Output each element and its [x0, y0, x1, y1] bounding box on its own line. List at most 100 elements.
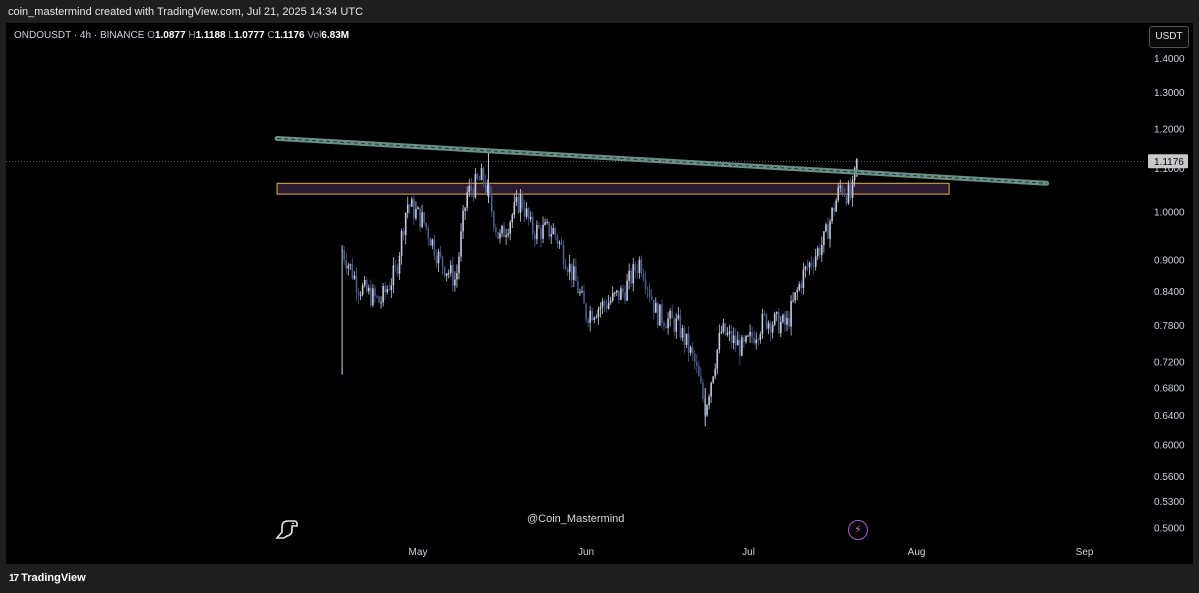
- candle-body: [591, 310, 594, 320]
- candle-body: [849, 184, 852, 198]
- price-tick-label: 0.9000: [1154, 256, 1185, 267]
- candle-body: [374, 288, 376, 297]
- price-tick-label: 0.6800: [1154, 383, 1185, 394]
- footer-brand: TradingView: [21, 572, 86, 584]
- candle-body: [687, 333, 690, 353]
- lightning-icon[interactable]: ⚡: [848, 520, 868, 540]
- candle-body: [800, 284, 803, 289]
- price-chart[interactable]: 1.40001.30001.20001.10001.00000.90000.84…: [6, 23, 1193, 564]
- candle-body: [359, 294, 362, 296]
- candle-body: [433, 239, 436, 257]
- candle-body: [376, 296, 378, 298]
- candle-body: [784, 314, 786, 325]
- candle-body: [482, 168, 485, 182]
- candle-body: [718, 333, 721, 350]
- candle-body: [548, 221, 550, 237]
- candle-body: [370, 287, 372, 306]
- candle-body: [443, 266, 446, 276]
- candle-body: [632, 264, 635, 284]
- candle-body: [587, 319, 589, 323]
- candle-body: [417, 207, 419, 210]
- candle-body: [708, 396, 710, 406]
- candle-body: [542, 224, 544, 239]
- candle-body: [421, 212, 423, 227]
- candle-body: [546, 221, 548, 223]
- candle-body: [605, 304, 608, 309]
- candle-body: [825, 224, 827, 232]
- candle-body: [499, 233, 501, 239]
- candle-body: [691, 347, 694, 354]
- candle-body: [579, 292, 581, 294]
- time-tick-label: Jun: [578, 547, 594, 558]
- candle-body: [357, 292, 360, 295]
- candle-body: [501, 225, 503, 234]
- candle-body: [845, 195, 848, 204]
- candle-body: [529, 216, 532, 220]
- candle-body: [458, 256, 460, 274]
- candle-body: [583, 291, 585, 304]
- candle-body: [702, 382, 704, 399]
- candle-body: [603, 301, 606, 305]
- candle-body: [683, 327, 686, 345]
- candle-body: [464, 207, 466, 211]
- candle-body: [474, 173, 477, 198]
- candle-body: [425, 222, 427, 228]
- candle-body: [642, 273, 645, 280]
- candle-body: [757, 339, 760, 341]
- candle-body: [728, 331, 731, 334]
- price-tick-label: 0.5600: [1154, 472, 1185, 483]
- tradingview-logo[interactable]: 17 TradingView: [9, 572, 86, 584]
- candle-body: [650, 296, 653, 300]
- candle-body: [673, 318, 676, 332]
- dino-icon[interactable]: [274, 518, 300, 540]
- candle-body: [661, 304, 663, 323]
- candle-body: [634, 264, 637, 272]
- candle-body: [831, 207, 833, 222]
- candle-body: [821, 245, 823, 256]
- candle-body: [804, 266, 807, 270]
- candle-body: [400, 231, 403, 256]
- candle-body: [423, 212, 425, 223]
- candle-body: [671, 310, 673, 319]
- candle-body: [505, 235, 507, 238]
- candle-body: [624, 292, 626, 301]
- candle-body: [394, 265, 397, 267]
- candle-body: [843, 193, 846, 196]
- candle-body: [685, 333, 688, 345]
- candle-body: [720, 331, 723, 334]
- candle-body: [413, 199, 415, 219]
- time-tick-label: Sep: [1076, 547, 1094, 558]
- candle-body: [577, 281, 579, 294]
- candle-body: [663, 322, 665, 327]
- candle-body: [411, 199, 413, 207]
- close-value: 1.1176: [274, 30, 305, 41]
- candle-body: [406, 204, 409, 213]
- candle-body: [739, 340, 741, 356]
- candle-body: [361, 285, 364, 295]
- candle-body: [689, 347, 692, 353]
- candle-body: [765, 314, 768, 329]
- candle-body: [468, 185, 471, 193]
- chart-area[interactable]: 1.4000 1.3000 1.2000 1.1000 1.0000 0.9000 0.84…: [6, 23, 1193, 564]
- price-tick-label: 1.2000: [1154, 124, 1185, 135]
- candle-body: [816, 248, 819, 257]
- candle-body: [566, 269, 569, 273]
- candle-body: [488, 184, 491, 195]
- candle-body: [618, 290, 620, 300]
- candle-body: [620, 288, 622, 300]
- candle-body: [538, 225, 540, 229]
- candle-body: [415, 209, 417, 219]
- candle-body: [355, 275, 358, 293]
- candle-body: [767, 322, 770, 329]
- candle-body: [665, 326, 667, 329]
- candle-body: [788, 317, 790, 327]
- symbol-label[interactable]: ONDOUSDT · 4h · BINANCE: [14, 30, 144, 41]
- candle-body: [419, 207, 421, 227]
- price-tick-label: 0.7800: [1154, 321, 1185, 332]
- currency-button[interactable]: USDT: [1149, 26, 1189, 48]
- candle-body: [408, 204, 411, 207]
- candle-body: [782, 314, 784, 322]
- candle-body: [593, 317, 596, 320]
- candle-body: [790, 301, 792, 327]
- candle-body: [730, 331, 733, 343]
